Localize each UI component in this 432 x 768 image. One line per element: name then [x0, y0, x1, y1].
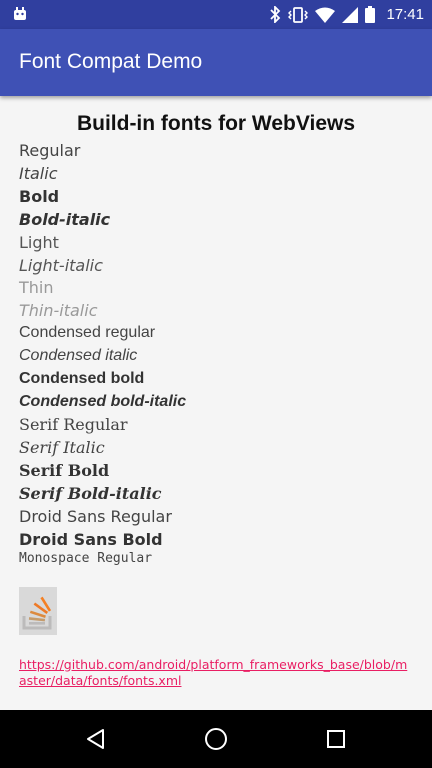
toolbar-title: Font Compat Demo — [19, 50, 203, 73]
app-toolbar: Font Compat Demo — [0, 29, 432, 96]
font-sample-thin: Thin — [19, 278, 54, 297]
font-sample-italic: Italic — [19, 164, 58, 183]
status-bar: 17:41 — [0, 0, 432, 29]
recents-icon — [327, 730, 345, 748]
stackoverflow-icon — [19, 587, 57, 635]
webview-content[interactable]: Build-in fonts for WebViews Regular Ital… — [0, 96, 432, 710]
font-sample-thin-italic: Thin-italic — [19, 301, 98, 320]
signal-icon — [342, 6, 359, 23]
recents-button[interactable] — [306, 710, 366, 768]
home-icon — [205, 728, 227, 750]
font-sample-droid-sans-regular: Droid Sans Regular — [19, 507, 172, 526]
font-sample-bold: Bold — [19, 187, 60, 206]
home-button[interactable] — [186, 710, 246, 768]
back-icon — [87, 729, 104, 749]
font-sample-light-italic: Light-italic — [19, 256, 103, 275]
font-sample-serif-bold-italic: Serif Bold-italic — [19, 484, 162, 503]
page-heading: Build-in fonts for WebViews — [76, 112, 356, 135]
wifi-icon — [315, 7, 336, 23]
font-sample-regular: Regular — [19, 141, 81, 160]
font-sample-condensed-bold-italic: Condensed bold-italic — [19, 393, 187, 410]
font-sample-serif-regular: Serif Regular — [19, 415, 128, 434]
font-sample-condensed-italic: Condensed italic — [19, 347, 138, 364]
font-sample-light: Light — [19, 233, 59, 252]
status-clock: 17:41 — [386, 6, 424, 23]
back-button[interactable] — [66, 710, 126, 768]
font-sample-monospace-regular: Monospace Regular — [19, 551, 153, 566]
font-sample-serif-bold: Serif Bold — [19, 461, 110, 480]
bluetooth-icon — [270, 6, 281, 23]
font-sample-condensed-regular: Condensed regular — [19, 324, 156, 341]
font-sample-condensed-bold: Condensed bold — [19, 370, 145, 387]
font-sample-bold-italic: Bold-italic — [19, 210, 111, 229]
font-sample-serif-italic: Serif Italic — [19, 438, 105, 457]
fonts-xml-link[interactable]: https://github.com/android/platform_fram… — [19, 657, 414, 689]
navigation-bar — [0, 710, 432, 768]
battery-icon — [365, 6, 376, 23]
android-icon — [14, 7, 26, 20]
font-sample-droid-sans-bold: Droid Sans Bold — [19, 530, 163, 549]
vibrate-icon — [288, 6, 309, 23]
